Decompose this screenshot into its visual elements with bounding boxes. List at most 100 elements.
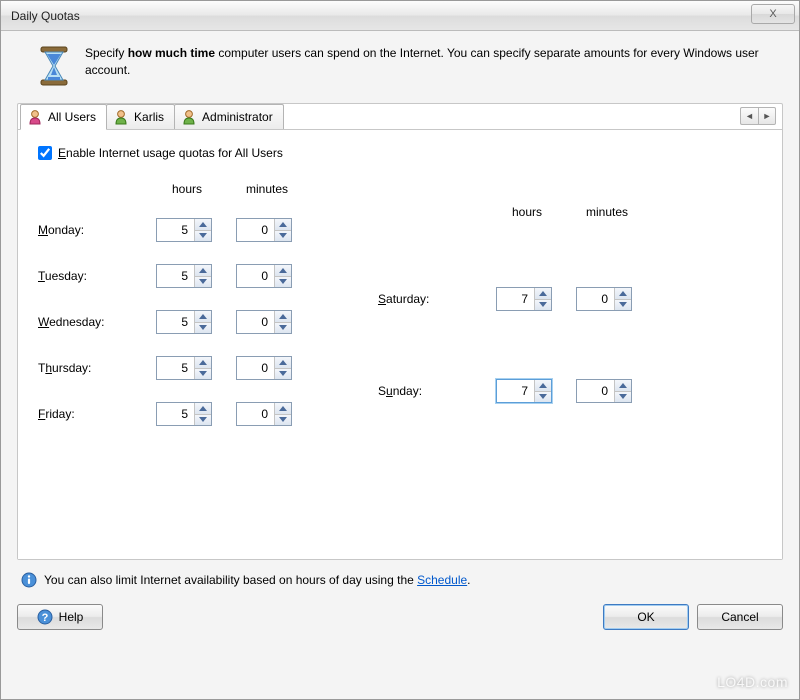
tuesday-hours-spinner[interactable] xyxy=(156,264,212,288)
spin-up[interactable] xyxy=(275,265,291,277)
spin-up[interactable] xyxy=(535,380,551,392)
schedule-link[interactable]: Schedule xyxy=(417,573,467,587)
saturday-hours-input[interactable] xyxy=(497,288,534,310)
hours-header: hours xyxy=(156,182,218,196)
triangle-down-icon xyxy=(199,279,207,284)
spinner-buttons xyxy=(274,403,291,425)
spinner-buttons xyxy=(274,357,291,379)
spin-up[interactable] xyxy=(195,311,211,323)
accel-char: T xyxy=(38,269,45,283)
help-button[interactable]: ? Help xyxy=(17,604,103,630)
spin-down[interactable] xyxy=(195,369,211,380)
triangle-up-icon xyxy=(619,383,627,388)
monday-hours-input[interactable] xyxy=(157,219,194,241)
spin-down[interactable] xyxy=(195,277,211,288)
close-button[interactable]: X xyxy=(751,4,795,24)
saturday-minutes-spinner[interactable] xyxy=(576,287,632,311)
spin-up[interactable] xyxy=(195,219,211,231)
help-label: Help xyxy=(59,610,84,624)
spin-up[interactable] xyxy=(275,311,291,323)
enable-quota-checkbox[interactable] xyxy=(38,146,52,160)
intro-text-before: Specify xyxy=(85,46,128,60)
tab-karlis[interactable]: Karlis xyxy=(106,104,175,129)
spin-up[interactable] xyxy=(195,265,211,277)
accel-char: u xyxy=(386,384,393,398)
spinner-buttons xyxy=(534,288,551,310)
tuesday-minutes-spinner[interactable] xyxy=(236,264,292,288)
tuesday-hours-input[interactable] xyxy=(157,265,194,287)
spin-up[interactable] xyxy=(615,380,631,392)
friday-hours-spinner[interactable] xyxy=(156,402,212,426)
footer-text-before: You can also limit Internet availability… xyxy=(44,573,417,587)
spin-down[interactable] xyxy=(195,415,211,426)
triangle-down-icon xyxy=(619,394,627,399)
spin-up[interactable] xyxy=(275,357,291,369)
sunday-minutes-spinner[interactable] xyxy=(576,379,632,403)
wednesday-minutes-spinner[interactable] xyxy=(236,310,292,334)
sunday-hours-spinner[interactable] xyxy=(496,379,552,403)
wednesday-minutes-input[interactable] xyxy=(237,311,274,333)
tab-all-users[interactable]: All Users xyxy=(20,104,107,130)
ok-button[interactable]: OK xyxy=(603,604,689,630)
spin-down[interactable] xyxy=(535,392,551,403)
triangle-up-icon xyxy=(199,406,207,411)
friday-minutes-spinner[interactable] xyxy=(236,402,292,426)
spin-down[interactable] xyxy=(615,392,631,403)
label-rest: ursday: xyxy=(52,361,91,375)
tab-label: Karlis xyxy=(134,110,164,124)
cancel-button[interactable]: Cancel xyxy=(697,604,783,630)
spinner-buttons xyxy=(194,265,211,287)
enable-quota-label[interactable]: Enable Internet usage quotas for All Use… xyxy=(58,146,283,160)
help-icon: ? xyxy=(37,609,53,625)
spin-down[interactable] xyxy=(275,369,291,380)
sunday-minutes-input[interactable] xyxy=(577,380,614,402)
triangle-up-icon xyxy=(279,222,287,227)
monday-minutes-input[interactable] xyxy=(237,219,274,241)
spin-down[interactable] xyxy=(275,323,291,334)
label-rest: onday: xyxy=(48,223,84,237)
saturday-minutes-input[interactable] xyxy=(577,288,614,310)
thursday-hours-spinner[interactable] xyxy=(156,356,212,380)
friday-hours-input[interactable] xyxy=(157,403,194,425)
content-area: Specify how much time computer users can… xyxy=(1,31,799,699)
thursday-minutes-input[interactable] xyxy=(237,357,274,379)
triangle-down-icon xyxy=(199,371,207,376)
spin-up[interactable] xyxy=(535,288,551,300)
spin-down[interactable] xyxy=(275,231,291,242)
tab-scroll: ◄ ► xyxy=(740,107,776,125)
spin-up[interactable] xyxy=(275,219,291,231)
friday-minutes-input[interactable] xyxy=(237,403,274,425)
triangle-down-icon xyxy=(279,371,287,376)
spin-down[interactable] xyxy=(195,323,211,334)
tab-administrator[interactable]: Administrator xyxy=(174,104,284,129)
spin-down[interactable] xyxy=(615,300,631,311)
tab-scroll-right[interactable]: ► xyxy=(758,107,776,125)
spin-down[interactable] xyxy=(535,300,551,311)
tab-scroll-left[interactable]: ◄ xyxy=(740,107,758,125)
spin-up[interactable] xyxy=(195,403,211,415)
spin-down[interactable] xyxy=(195,231,211,242)
footer-note: You can also limit Internet availability… xyxy=(21,572,779,588)
intro-text: Specify how much time computer users can… xyxy=(85,45,763,87)
wednesday-hours-spinner[interactable] xyxy=(156,310,212,334)
footer-text-after: . xyxy=(467,573,470,587)
spin-up[interactable] xyxy=(615,288,631,300)
weekend-column: hours minutes Saturday: Sunday: xyxy=(378,182,638,426)
user-icon xyxy=(181,109,197,125)
saturday-hours-spinner[interactable] xyxy=(496,287,552,311)
spin-down[interactable] xyxy=(275,415,291,426)
sunday-hours-input[interactable] xyxy=(497,380,534,402)
spin-up[interactable] xyxy=(275,403,291,415)
spin-up[interactable] xyxy=(195,357,211,369)
thursday-hours-input[interactable] xyxy=(157,357,194,379)
monday-minutes-spinner[interactable] xyxy=(236,218,292,242)
right-buttons: OK Cancel xyxy=(603,604,783,630)
tab-container: All Users Karlis Administrator ◄ ► xyxy=(17,103,783,560)
label-tuesday: Tuesday: xyxy=(38,269,138,283)
triangle-up-icon xyxy=(199,314,207,319)
monday-hours-spinner[interactable] xyxy=(156,218,212,242)
spin-down[interactable] xyxy=(275,277,291,288)
thursday-minutes-spinner[interactable] xyxy=(236,356,292,380)
tuesday-minutes-input[interactable] xyxy=(237,265,274,287)
wednesday-hours-input[interactable] xyxy=(157,311,194,333)
